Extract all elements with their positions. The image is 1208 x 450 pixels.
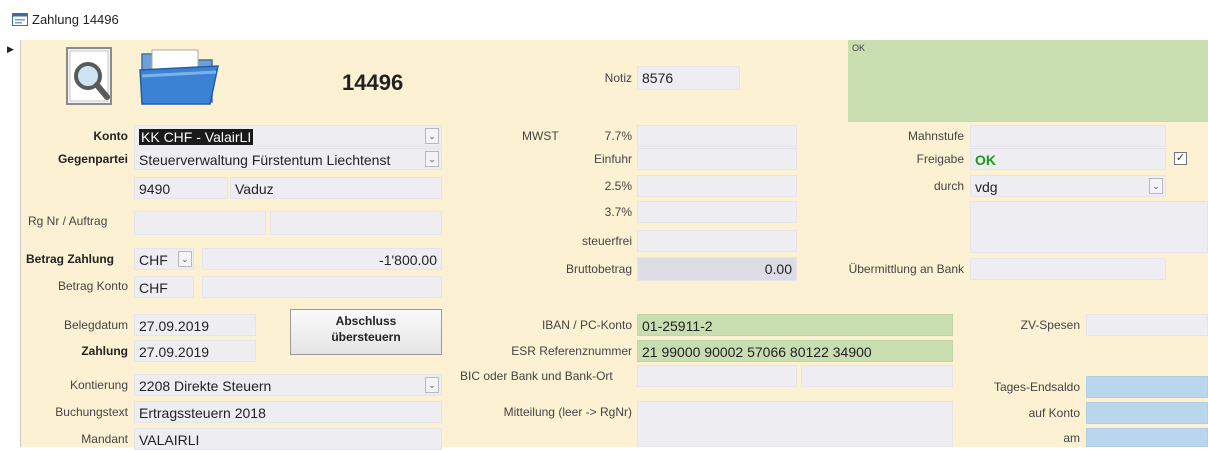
button-line1: Abschluss <box>335 314 397 328</box>
mahnstufe-field[interactable] <box>970 125 1166 147</box>
betrag-konto-currency[interactable]: CHF <box>134 276 194 298</box>
chevron-down-icon[interactable]: ⌄ <box>425 377 439 393</box>
folder-icon[interactable] <box>138 46 224 108</box>
bic-field[interactable] <box>637 365 797 387</box>
durch-combo[interactable]: vdg <box>970 175 1166 197</box>
gegenpartei-label: Gegenpartei <box>57 152 128 166</box>
brutto-field: 0.00 <box>637 257 797 281</box>
belegdatum-label: Belegdatum <box>63 318 128 332</box>
button-line2: übersteuern <box>331 330 401 344</box>
am-label: am <box>1063 431 1080 445</box>
kontierung-label: Kontierung <box>69 378 128 392</box>
belegdatum-field[interactable]: 27.09.2019 <box>134 314 256 336</box>
freigabe-field[interactable]: OK <box>970 148 1166 170</box>
zahlung-field[interactable]: 27.09.2019 <box>134 340 256 362</box>
mahnstufe-label: Mahnstufe <box>907 129 964 143</box>
betrag-konto-field[interactable] <box>202 276 442 298</box>
form-icon <box>12 13 28 26</box>
notiz-label: Notiz <box>604 71 632 85</box>
konto-label: Konto <box>93 129 128 143</box>
rate-25-label: 2.5% <box>604 179 632 193</box>
betrag-zahlung-label: Betrag Zahlung <box>26 252 115 266</box>
betrag-zahlung-field[interactable]: -1'800.00 <box>202 248 442 270</box>
konto-combo[interactable]: KK CHF - ValairLI <box>134 125 442 147</box>
auf-konto-field[interactable] <box>1086 402 1208 424</box>
steuerfrei-field[interactable] <box>637 230 797 252</box>
rgnr-field[interactable] <box>134 211 266 235</box>
uebermittlung-label: Übermittlung an Bank <box>848 262 964 276</box>
zv-spesen-label: ZV-Spesen <box>1020 318 1080 332</box>
mitteilung-label: Mitteilung (leer -> RgNr) <box>503 405 632 419</box>
mwst-label: MWST <box>522 129 559 143</box>
gegenpartei-combo[interactable]: Steuerverwaltung Fürstentum Liechtenst <box>134 148 442 170</box>
remarks-area[interactable] <box>970 201 1208 253</box>
rgnr-label: Rg Nr / Auftrag <box>28 214 108 228</box>
record-pointer-icon: ▶ <box>7 44 14 54</box>
buchungstext-field[interactable]: Ertragssteuern 2018 <box>134 401 442 423</box>
esr-field[interactable]: 21 99000 90002 57066 80122 34900 <box>637 340 953 362</box>
uebermittlung-field[interactable] <box>970 258 1166 280</box>
betrag-konto-label: Betrag Konto <box>57 279 128 293</box>
chevron-down-icon[interactable]: ⌄ <box>425 151 439 167</box>
am-field[interactable] <box>1086 428 1208 447</box>
note-box[interactable]: OK <box>848 40 1208 122</box>
chevron-down-icon[interactable]: ⌄ <box>1149 178 1163 194</box>
magnifier-document-icon[interactable] <box>61 46 119 108</box>
window-title: Zahlung 14496 <box>32 12 119 27</box>
buchungstext-label: Buchungstext <box>55 405 128 419</box>
brutto-label: Bruttobetrag <box>565 262 632 276</box>
zv-spesen-field[interactable] <box>1086 314 1208 336</box>
mandant-label: Mandant <box>81 432 128 446</box>
rate-37-field[interactable] <box>637 201 797 223</box>
bic-label: BIC oder Bank und Bank-Ort <box>460 369 613 383</box>
chevron-down-icon[interactable]: ⌄ <box>425 128 439 144</box>
record-selector[interactable] <box>0 40 21 447</box>
abschluss-uebersteuern-button[interactable]: Abschluss übersteuern <box>290 309 442 355</box>
kontierung-combo[interactable]: 2208 Direkte Steuern <box>134 374 442 396</box>
tages-endsaldo-label: Tages-Endsaldo <box>993 380 1080 394</box>
bank-ort-field[interactable] <box>801 365 953 387</box>
esr-label: ESR Referenznummer <box>511 344 632 358</box>
tages-endsaldo-field[interactable] <box>1086 376 1208 398</box>
freigabe-label: Freigabe <box>916 152 964 166</box>
note-text: OK <box>852 43 866 53</box>
ort-field[interactable]: Vaduz <box>230 177 442 199</box>
mwst-rate: 7.7% <box>604 129 632 143</box>
mitteilung-field[interactable] <box>637 401 953 447</box>
title-bar <box>0 0 1208 34</box>
freigabe-checkbox[interactable]: ✓ <box>1174 152 1187 165</box>
durch-label: durch <box>933 179 964 193</box>
mwst-field[interactable] <box>637 125 797 147</box>
auftrag-field[interactable] <box>270 211 442 235</box>
einfuhr-label: Einfuhr <box>593 152 632 166</box>
rate-25-field[interactable] <box>637 175 797 197</box>
payment-number: 14496 <box>342 70 404 95</box>
iban-field[interactable]: 01-25911-2 <box>637 314 953 336</box>
notiz-field[interactable]: 8576 <box>637 66 740 90</box>
plz-field[interactable]: 9490 <box>134 177 228 199</box>
iban-label: IBAN / PC-Konto <box>541 318 632 332</box>
einfuhr-field[interactable] <box>637 148 797 170</box>
chevron-down-icon[interactable]: ⌄ <box>178 251 192 267</box>
zahlung-label: Zahlung <box>81 344 128 358</box>
steuerfrei-label: steuerfrei <box>581 234 632 248</box>
rate-37-label: 3.7% <box>604 205 632 219</box>
auf-konto-label: auf Konto <box>1028 406 1080 420</box>
